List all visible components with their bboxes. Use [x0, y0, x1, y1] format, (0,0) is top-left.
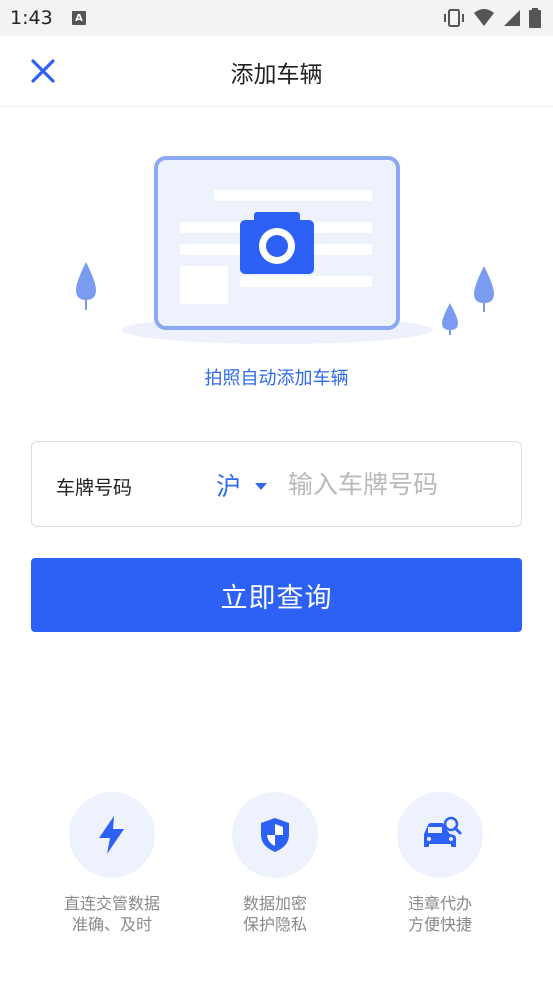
feature-text-line2: 方便快捷 — [407, 915, 472, 934]
camera-card-icon[interactable] — [0, 110, 553, 350]
province-selector[interactable]: 沪 — [216, 467, 268, 503]
signal-icon — [504, 10, 520, 26]
feature-violation-service: 违章代办 方便快捷 — [370, 792, 510, 935]
feature-text-line1: 数据加密 — [242, 894, 307, 913]
wifi-icon — [474, 9, 494, 26]
feature-realtime-data: 直连交管数据 准确、及时 — [42, 792, 182, 935]
chevron-down-icon — [255, 482, 268, 490]
province-value: 沪 — [216, 472, 242, 501]
status-time: 1:43 — [10, 7, 53, 29]
nav-bar: 添加车辆 — [0, 36, 553, 107]
feature-text-line2: 准确、及时 — [71, 915, 152, 934]
lightning-icon — [99, 816, 124, 854]
notification-icon: A — [72, 11, 86, 25]
status-bar: 1:43 A — [0, 0, 553, 36]
feature-text-line2: 保护隐私 — [242, 915, 307, 934]
feature-privacy: 数据加密 保护隐私 — [205, 792, 345, 935]
vibrate-icon — [444, 9, 464, 27]
feature-text-line1: 直连交管数据 — [63, 894, 160, 913]
plate-number-input[interactable] — [286, 460, 510, 508]
feature-text-line1: 违章代办 — [407, 894, 472, 913]
plate-label: 车牌号码 — [56, 477, 133, 499]
page-title: 添加车辆 — [230, 62, 323, 88]
plate-input-box: 车牌号码 沪 — [31, 441, 522, 527]
car-search-icon — [424, 816, 462, 847]
query-button[interactable]: 立即查询 — [31, 558, 522, 632]
status-icons — [443, 8, 541, 28]
photo-add-caption[interactable]: 拍照自动添加车辆 — [0, 364, 553, 390]
tree-decoration-right — [442, 266, 494, 335]
shield-icon — [261, 818, 289, 852]
tree-decoration-left — [76, 262, 96, 310]
battery-icon — [529, 8, 541, 28]
